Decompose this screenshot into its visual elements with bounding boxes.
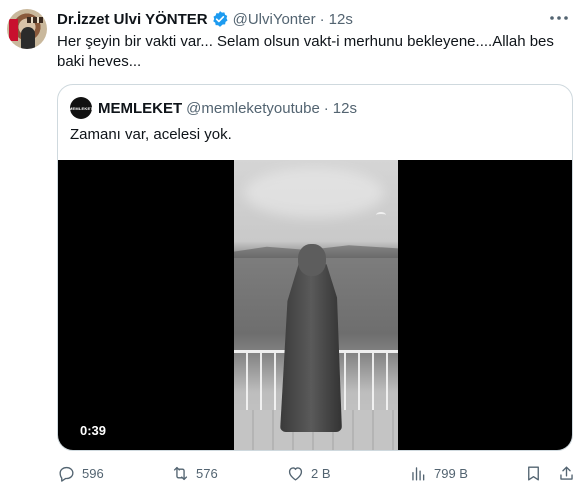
quoted-avatar-logo-text: MEMLEKET <box>68 105 94 111</box>
author-display-name[interactable]: Dr.İzzet Ulvi YÖNTER <box>57 11 208 28</box>
separator-dot: · <box>319 10 325 28</box>
video-player[interactable]: 0:39 <box>58 160 572 450</box>
bookmark-icon <box>528 465 539 481</box>
tweet-header: Dr.İzzet Ulvi YÖNTER @UlviYonter · 12s <box>57 9 353 29</box>
tweet-timestamp[interactable]: 12s <box>329 11 353 28</box>
reply-icon <box>59 466 74 482</box>
quoted-author-display-name[interactable]: MEMLEKET <box>98 100 182 117</box>
views-button[interactable]: 799 B <box>409 463 468 483</box>
heart-icon <box>288 466 303 481</box>
repost-button[interactable]: 576 <box>171 463 218 483</box>
more-dots-icon <box>550 16 568 20</box>
tweet[interactable]: Dr.İzzet Ulvi YÖNTER @UlviYonter · 12s H… <box>0 0 586 491</box>
frames-decoration <box>27 17 43 23</box>
flag-decoration <box>9 19 18 41</box>
quoted-author-avatar[interactable]: MEMLEKET <box>68 97 94 119</box>
video-frame-image <box>234 160 398 450</box>
quoted-author-handle[interactable]: @memleketyoutube <box>186 100 320 117</box>
bird-shape <box>376 212 386 218</box>
person-silhouette <box>21 27 35 49</box>
video-duration: 0:39 <box>80 423 107 438</box>
more-options-button[interactable] <box>548 8 570 28</box>
author-avatar[interactable] <box>7 9 47 49</box>
quoted-tweet-header: MEMLEKET MEMLEKET @memleketyoutube · 12s <box>68 97 357 119</box>
man-figure <box>280 264 342 432</box>
bookmark-button[interactable] <box>524 463 543 483</box>
analytics-icon <box>412 466 425 481</box>
reply-count: 596 <box>82 465 104 481</box>
quoted-tweet-text: Zamanı var, acelesi yok. <box>70 126 232 143</box>
share-icon <box>560 465 573 480</box>
share-button[interactable] <box>557 463 576 483</box>
cloud-shape <box>244 168 384 218</box>
tweet-text: Her şeyin bir vakti var... Selam olsun v… <box>57 33 554 70</box>
reply-button[interactable]: 596 <box>57 463 104 483</box>
like-button[interactable]: 2 B <box>286 463 331 483</box>
repost-icon <box>173 466 188 480</box>
repost-count: 576 <box>196 465 218 481</box>
quoted-tweet[interactable]: MEMLEKET MEMLEKET @memleketyoutube · 12s… <box>57 84 573 451</box>
man-head <box>298 244 326 276</box>
action-bar: 596 576 2 B 799 B <box>57 463 573 483</box>
quoted-tweet-timestamp[interactable]: 12s <box>333 100 357 117</box>
views-count: 799 B <box>434 465 468 481</box>
like-count: 2 B <box>311 465 331 481</box>
verified-badge-icon[interactable] <box>211 10 229 28</box>
separator-dot: · <box>323 99 329 117</box>
author-handle[interactable]: @UlviYonter <box>233 11 316 28</box>
